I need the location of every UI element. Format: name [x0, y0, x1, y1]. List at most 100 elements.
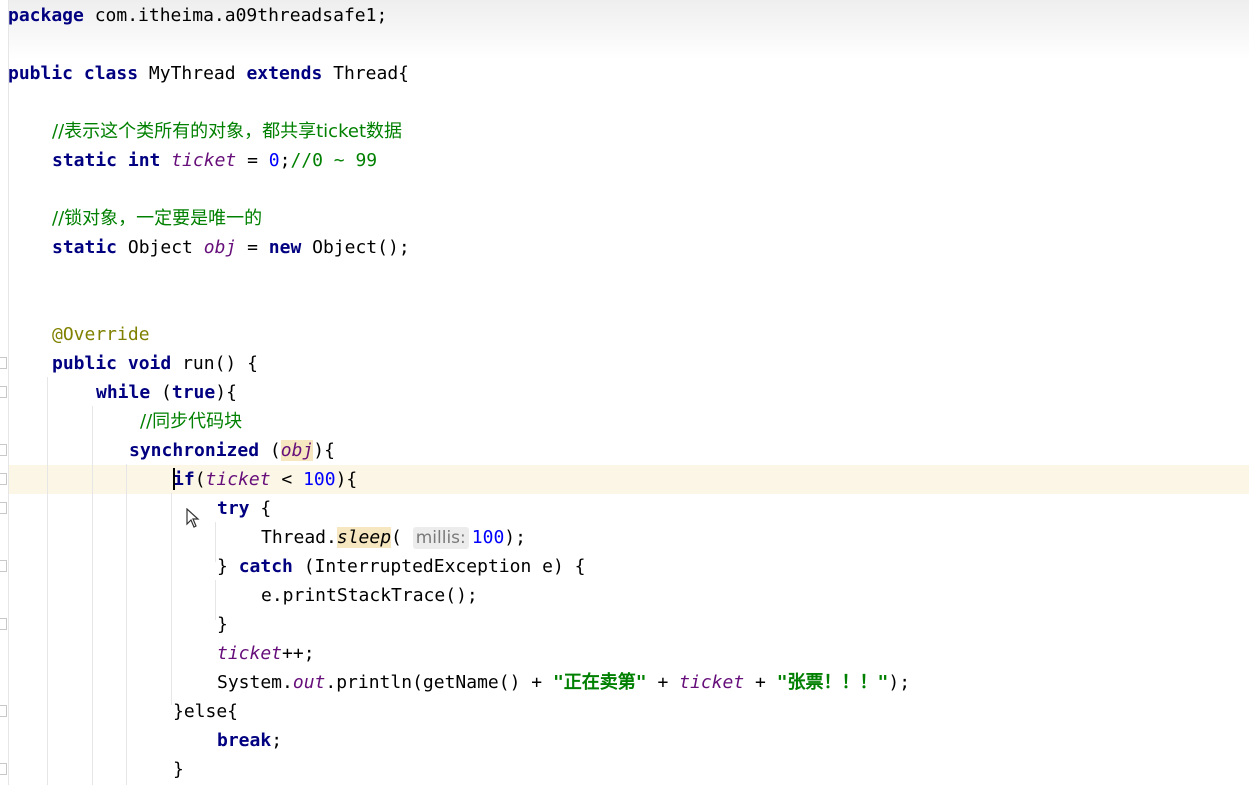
keyword: if: [173, 469, 195, 490]
brace: {: [249, 498, 272, 519]
field-name: ticket: [171, 150, 237, 171]
comment-text: //锁对象，一定要是唯一的: [52, 208, 263, 229]
code-line-catch[interactable]: } catch (InterruptedException e) {: [217, 552, 585, 581]
method-name: sleep: [336, 527, 392, 548]
method-call: .println(getName() +: [325, 672, 553, 693]
package-name: com.itheima.a09threadsafe1;: [83, 5, 388, 26]
code-line-if[interactable]: if(ticket < 100){: [173, 465, 357, 494]
fold-marker-icon[interactable]: [0, 386, 7, 398]
code-line-break[interactable]: break;: [217, 726, 282, 755]
keyword: class: [83, 63, 139, 84]
method-signature: run() {: [182, 353, 258, 374]
keyword: new: [268, 237, 302, 258]
fold-marker-icon[interactable]: [0, 357, 7, 369]
fold-marker-icon[interactable]: [0, 560, 7, 572]
code-line-sleep[interactable]: Thread.sleep( millis: 100);: [261, 523, 526, 552]
indent-guide: [47, 377, 48, 785]
keyword: break: [217, 730, 272, 751]
comment-text: //0 ~ 99: [290, 150, 378, 171]
catch-params: (InterruptedException e) {: [292, 556, 586, 577]
paren: );: [504, 527, 526, 548]
string-literal: "张票！！！": [776, 672, 889, 693]
indent-guide: [215, 522, 216, 562]
code-line-ticket-increment[interactable]: ticket++;: [217, 639, 315, 668]
code-line-comment[interactable]: //表示这个类所有的对象，都共享ticket数据: [52, 117, 402, 146]
keyword: static: [52, 237, 118, 258]
class-reference: System.: [217, 672, 293, 693]
brace: }: [173, 759, 184, 780]
indent-guide: [126, 464, 127, 785]
code-line-print-stack[interactable]: e.printStackTrace();: [261, 581, 478, 610]
code-line-while[interactable]: while (true){: [96, 378, 237, 407]
paren: ){: [335, 469, 358, 490]
class-name: MyThread: [138, 63, 247, 84]
operator: =: [236, 150, 269, 171]
keyword: while: [96, 382, 151, 403]
code-line-comment[interactable]: //锁对象，一定要是唯一的: [52, 204, 262, 233]
string-literal: "正在卖第": [552, 672, 647, 693]
code-line-println[interactable]: System.out.println(getName() + "正在卖第" + …: [217, 668, 910, 697]
code-line-class-declaration[interactable]: public class MyThread extends Thread{: [8, 59, 409, 88]
field-name: out: [292, 672, 326, 693]
type-name: Object: [117, 237, 204, 258]
paren: ){: [215, 382, 237, 403]
parameter-hint: millis:: [412, 527, 469, 549]
paren: (: [150, 382, 172, 403]
code-line-package[interactable]: package com.itheima.a09threadsafe1;: [8, 1, 387, 30]
fold-marker-icon[interactable]: [0, 444, 7, 456]
code-line-close-brace[interactable]: }: [217, 610, 228, 639]
keyword: public: [8, 63, 74, 84]
keyword: void: [117, 353, 183, 374]
constructor-call: Object();: [301, 237, 410, 258]
keyword: catch: [238, 556, 293, 577]
field-name: ticket: [217, 643, 283, 664]
field-name: obj: [203, 237, 237, 258]
keyword: public: [52, 353, 118, 374]
code-line-synchronized[interactable]: synchronized (obj){: [129, 436, 335, 465]
keyword: int: [117, 150, 172, 171]
keyword: true: [171, 382, 216, 403]
brace: }: [217, 614, 228, 635]
paren: ){: [313, 440, 335, 461]
operator: ++;: [282, 643, 315, 664]
statement: e.printStackTrace();: [261, 585, 478, 606]
fold-marker-icon[interactable]: [0, 502, 7, 514]
comment-text: //同步代码块: [140, 411, 243, 432]
super-class: Thread{: [322, 63, 409, 84]
field-name: obj: [280, 440, 314, 461]
fold-marker-icon[interactable]: [0, 618, 7, 630]
code-line-comment[interactable]: //同步代码块: [140, 407, 242, 436]
code-editor[interactable]: package com.itheima.a09threadsafe1; publ…: [0, 0, 1249, 785]
fold-marker-icon[interactable]: [0, 763, 7, 775]
number-literal: 0: [268, 150, 280, 171]
code-line-ticket-field[interactable]: static int ticket = 0;//0 ~ 99: [52, 146, 377, 175]
operator: +: [744, 672, 777, 693]
mouse-pointer-icon: [186, 508, 200, 528]
code-line-annotation[interactable]: @Override: [52, 320, 150, 349]
fold-marker-icon[interactable]: [0, 705, 7, 717]
indent-guide: [92, 406, 93, 785]
text-caret: [173, 468, 175, 490]
semicolon: ;: [279, 150, 291, 171]
keyword: static: [52, 150, 118, 171]
code-line-try[interactable]: try {: [217, 494, 271, 523]
number-literal: 100: [303, 469, 336, 490]
code-line-run-method[interactable]: public void run() {: [52, 349, 258, 378]
comment-text: //表示这个类所有的对象，都共享ticket数据: [52, 121, 402, 142]
keyword: synchronized: [129, 440, 260, 461]
fold-marker-icon[interactable]: [0, 473, 7, 485]
number-literal: 100: [471, 527, 505, 548]
code-line-else[interactable]: }else{: [173, 697, 238, 726]
code-line-obj-field[interactable]: static Object obj = new Object();: [52, 233, 410, 262]
indent-guide: [171, 493, 172, 705]
annotation: @Override: [52, 324, 150, 345]
class-reference: Thread.: [261, 527, 337, 548]
operator: <: [270, 469, 304, 490]
field-name: ticket: [679, 672, 745, 693]
keyword: package: [8, 5, 84, 26]
else-statement: }else{: [173, 701, 239, 722]
keyword: try: [217, 498, 250, 519]
operator: +: [646, 672, 680, 693]
code-line-close-brace[interactable]: }: [173, 755, 184, 784]
paren: (: [194, 469, 206, 490]
